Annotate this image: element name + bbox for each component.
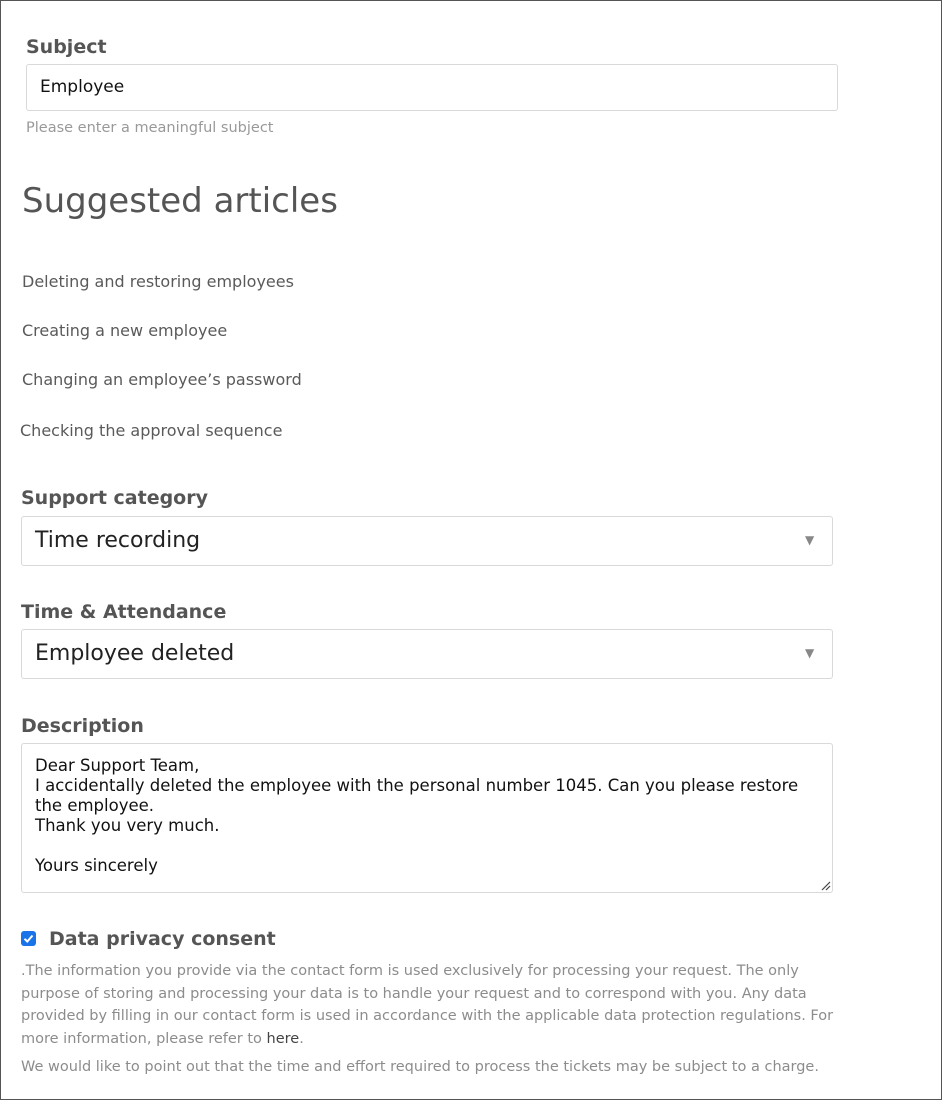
- description-label: Description: [21, 715, 144, 737]
- article-link[interactable]: Creating a new employee: [22, 321, 227, 340]
- subject-hint: Please enter a meaningful subject: [26, 120, 274, 136]
- suggested-articles-heading: Suggested articles: [22, 181, 338, 221]
- dropdown-arrow-icon: ▼: [805, 533, 815, 547]
- checkmark-icon: [23, 934, 34, 943]
- support-category-value: Time recording: [35, 528, 201, 553]
- privacy-link-suffix: .: [299, 1030, 304, 1047]
- subject-input[interactable]: Employee: [26, 64, 838, 111]
- article-link[interactable]: Changing an employee’s password: [22, 370, 302, 389]
- support-category-label: Support category: [21, 487, 208, 509]
- dropdown-arrow-icon: ▼: [805, 646, 815, 660]
- privacy-consent-checkbox[interactable]: [21, 931, 36, 946]
- charge-notice: We would like to point out that the time…: [21, 1059, 819, 1075]
- privacy-link[interactable]: here: [267, 1031, 300, 1047]
- resize-handle-icon[interactable]: [821, 881, 831, 891]
- description-value: Dear Support Team, I accidentally delete…: [35, 756, 799, 875]
- subject-label: Subject: [26, 36, 107, 58]
- description-textarea[interactable]: Dear Support Team, I accidentally delete…: [21, 743, 833, 893]
- privacy-text: .The information you provide via the con…: [21, 960, 836, 1050]
- subject-input-value: Employee: [40, 77, 125, 97]
- time-attendance-value: Employee deleted: [35, 641, 235, 666]
- article-link[interactable]: Deleting and restoring employees: [22, 272, 294, 291]
- support-category-select[interactable]: Time recording ▼: [21, 516, 833, 566]
- privacy-consent-label: Data privacy consent: [49, 928, 276, 950]
- privacy-body: .The information you provide via the con…: [21, 963, 834, 1047]
- article-link[interactable]: Checking the approval sequence: [20, 421, 282, 440]
- time-attendance-label: Time & Attendance: [21, 601, 227, 623]
- time-attendance-select[interactable]: Employee deleted ▼: [21, 629, 833, 679]
